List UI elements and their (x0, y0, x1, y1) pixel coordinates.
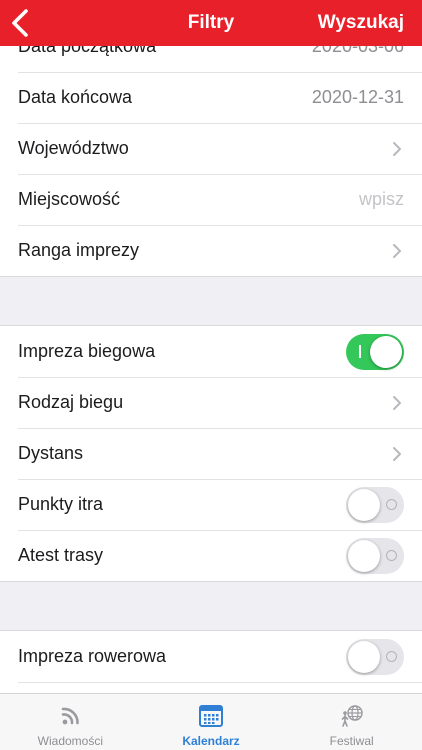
running-event-toggle[interactable] (346, 333, 404, 370)
next-row-partial (0, 682, 422, 693)
chevron-right-icon (393, 395, 401, 410)
tab-news[interactable]: Wiadomości (0, 694, 141, 750)
start-date-row[interactable]: Data początkowa 2020-03-06 (0, 46, 422, 72)
tab-festival-label: Festiwal (329, 734, 374, 748)
filters-list[interactable]: Data początkowa 2020-03-06 Data końcowa … (0, 46, 422, 693)
cycling-event-toggle[interactable] (346, 638, 404, 675)
distance-row[interactable]: Dystans (0, 428, 422, 479)
toggle-on-mark-icon (359, 344, 361, 358)
locality-input[interactable]: wpisz (359, 189, 404, 210)
tab-calendar[interactable]: Kalendarz (141, 694, 282, 750)
event-rank-row[interactable]: Ranga imprezy (0, 225, 422, 276)
toggle-knob (348, 640, 380, 673)
toggle-off-mark-icon (386, 650, 397, 662)
filters-group-running: Impreza biegowa Rodzaj biegu Dystans Pun… (0, 325, 422, 582)
chevron-right-icon (393, 446, 401, 461)
route-certificate-row: Atest trasy (0, 530, 422, 581)
search-button[interactable]: Wyszukaj (318, 12, 404, 34)
tab-news-label: Wiadomości (37, 734, 104, 748)
toggle-off-mark-icon (386, 498, 397, 510)
tab-bar: Wiadomości Kalendarz Festiwal (0, 693, 422, 750)
locality-label: Miejscowość (18, 189, 121, 209)
running-event-row: Impreza biegowa (0, 326, 422, 377)
itra-points-toggle[interactable] (346, 486, 404, 523)
globe-person-icon (341, 705, 363, 727)
distance-label: Dystans (18, 443, 84, 463)
filters-group-cycling: Impreza rowerowa (0, 630, 422, 693)
cycling-event-label: Impreza rowerowa (18, 646, 167, 666)
voivodeship-row[interactable]: Województwo (0, 123, 422, 174)
filters-group-general: Data początkowa 2020-03-06 Data końcowa … (0, 46, 422, 277)
navigation-bar: Filtry Wyszukaj (0, 0, 422, 46)
voivodeship-label: Województwo (18, 138, 129, 158)
itra-points-label: Punkty itra (18, 494, 104, 514)
toggle-knob (370, 335, 402, 368)
itra-points-row: Punkty itra (0, 479, 422, 530)
end-date-row[interactable]: Data końcowa 2020-12-31 (0, 72, 422, 123)
tab-festival[interactable]: Festiwal (281, 694, 422, 750)
cycling-event-row: Impreza rowerowa (0, 631, 422, 682)
run-type-label: Rodzaj biegu (18, 392, 124, 412)
tab-calendar-label: Kalendarz (182, 734, 240, 748)
end-date-value: 2020-12-31 (311, 87, 404, 107)
event-rank-label: Ranga imprezy (18, 240, 140, 260)
calendar-icon (199, 705, 223, 727)
start-date-label: Data początkowa (18, 46, 157, 56)
rss-icon (62, 707, 80, 725)
end-date-label: Data końcowa (18, 87, 133, 107)
toggle-knob (348, 539, 380, 572)
chevron-right-icon (393, 141, 401, 156)
run-type-row[interactable]: Rodzaj biegu (0, 377, 422, 428)
route-certificate-toggle[interactable] (346, 537, 404, 574)
route-certificate-label: Atest trasy (18, 545, 104, 565)
toggle-off-mark-icon (386, 549, 397, 561)
locality-row[interactable]: Miejscowość wpisz (0, 174, 422, 225)
chevron-right-icon (393, 243, 401, 258)
toggle-knob (348, 488, 380, 521)
running-event-label: Impreza biegowa (18, 341, 156, 361)
start-date-value: 2020-03-06 (311, 46, 404, 56)
